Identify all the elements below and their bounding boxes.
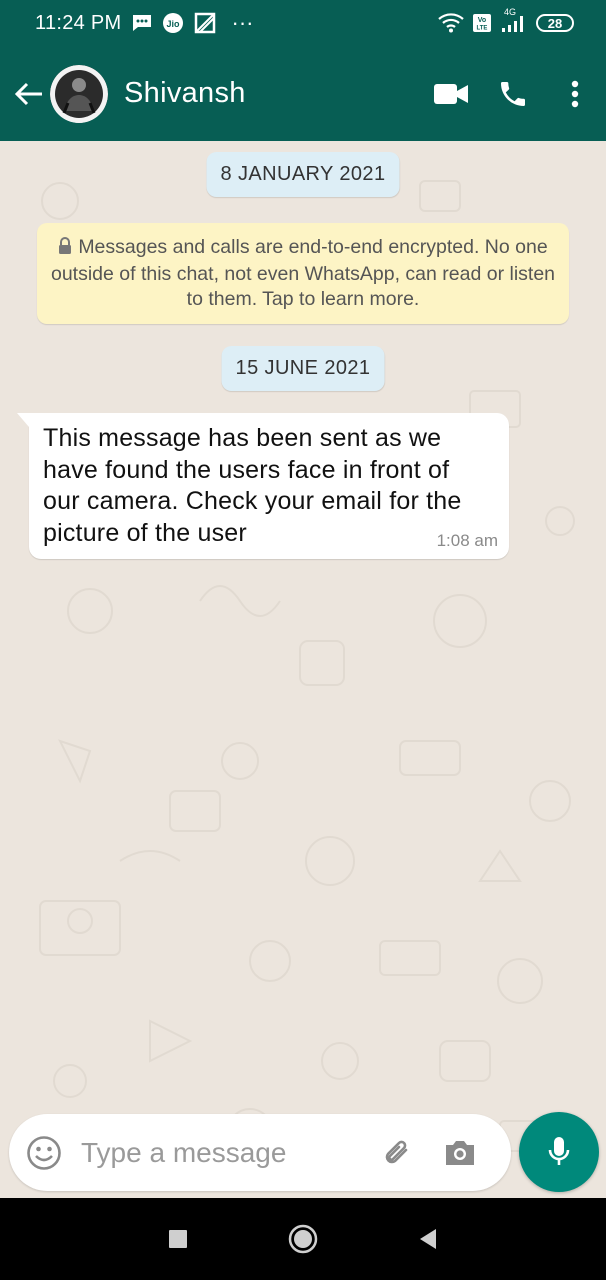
svg-text:LTE: LTE (477, 26, 488, 32)
lock-icon (58, 237, 72, 262)
status-left: 11:24 PM Jio ··· (35, 10, 254, 36)
battery-level: 28 (547, 15, 563, 31)
back-icon[interactable] (366, 1198, 491, 1280)
date-chip: 8 JANUARY 2021 (206, 152, 400, 197)
message-icon (132, 14, 152, 32)
message-time: 1:08 am (436, 531, 498, 550)
header-actions (420, 64, 606, 124)
status-time: 11:24 PM (35, 11, 122, 34)
date-chip: 15 JUNE 2021 (221, 346, 385, 391)
mic-button[interactable] (519, 1112, 599, 1192)
volte-icon: Vo LTE (472, 13, 492, 33)
message-text: This message has been sent as we have fo… (43, 424, 462, 547)
network-label: 4G (504, 7, 517, 17)
message-input[interactable] (81, 1136, 371, 1169)
home-icon[interactable] (241, 1198, 366, 1280)
camera-icon[interactable] (431, 1123, 489, 1183)
signal-icon: 4G (500, 7, 528, 33)
battery-icon: 28 (536, 14, 574, 32)
status-dots: ··· (231, 10, 254, 35)
jio-icon: Jio (162, 12, 184, 34)
phone-icon[interactable] (482, 64, 544, 124)
emoji-icon[interactable] (9, 1114, 79, 1191)
chat-header: Shivansh (0, 46, 606, 141)
encryption-note[interactable]: Messages and calls are end-to-end encryp… (37, 223, 569, 324)
system-nav-bar (0, 1198, 606, 1280)
more-vert-icon[interactable] (544, 64, 606, 124)
contact-name[interactable]: Shivansh (124, 77, 246, 110)
message-composer (9, 1114, 511, 1191)
encryption-text: Messages and calls are end-to-end encryp… (50, 236, 556, 310)
attach-icon[interactable] (373, 1123, 421, 1183)
cast-icon (194, 12, 216, 34)
avatar[interactable] (50, 64, 108, 123)
svg-text:Vo: Vo (478, 17, 486, 24)
chat-area[interactable]: 8 JANUARY 2021 Messages and calls are en… (0, 141, 606, 1198)
status-right: Vo LTE 4G 28 (438, 7, 574, 33)
svg-text:Jio: Jio (166, 19, 180, 29)
back-arrow-icon[interactable] (6, 64, 52, 124)
message-bubble[interactable]: This message has been sent as we have fo… (17, 413, 509, 559)
status-bar: 11:24 PM Jio ··· Vo LTE 4G 28 (0, 0, 606, 46)
mic-icon (547, 1135, 571, 1169)
video-call-icon[interactable] (420, 64, 482, 124)
bubble-tail (17, 413, 29, 427)
wifi-icon (438, 13, 464, 33)
recents-icon[interactable] (116, 1198, 241, 1280)
